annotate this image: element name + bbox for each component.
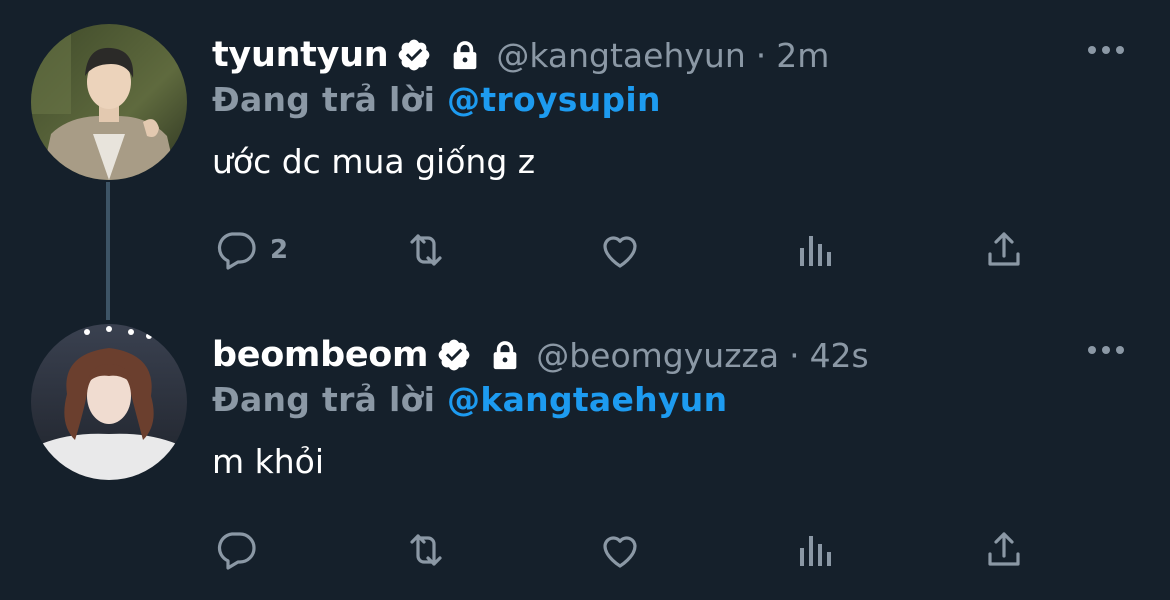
like-button[interactable] xyxy=(596,222,644,278)
views-icon xyxy=(800,536,831,566)
tweet[interactable]: tyuntyun @kangtaehyun · 2m Đang trả lời … xyxy=(0,0,1170,300)
views-icon xyxy=(800,236,831,266)
separator-dot: · xyxy=(755,35,767,75)
views-button[interactable] xyxy=(790,222,838,278)
replying-to-mention[interactable]: @kangtaehyun xyxy=(447,380,727,419)
tweet-header: tyuntyun @kangtaehyun · 2m xyxy=(212,30,829,80)
reply-icon xyxy=(217,232,256,270)
reply-count: 2 xyxy=(270,235,289,265)
replying-to-label: Đang trả lời xyxy=(212,80,436,119)
tweet-actions: 2 xyxy=(212,222,1092,278)
more-icon[interactable] xyxy=(1086,42,1126,58)
user-handle[interactable]: @beomgyuzza xyxy=(536,336,779,375)
reply-button[interactable]: 2 xyxy=(212,222,288,278)
verified-icon xyxy=(438,339,470,371)
tweet-text: ước dc mua giống z xyxy=(212,142,536,181)
retweet-button[interactable] xyxy=(402,522,450,578)
tweet-text: m khỏi xyxy=(212,442,325,481)
share-button[interactable] xyxy=(980,522,1028,578)
tweet[interactable]: beombeom @beomgyuzza · 42s Đang trả lời … xyxy=(0,300,1170,600)
verified-icon xyxy=(399,39,430,71)
tweet-actions xyxy=(212,522,1092,578)
user-handle[interactable]: @kangtaehyun xyxy=(496,36,745,75)
like-icon xyxy=(603,236,637,268)
replying-to: Đang trả lời @kangtaehyun xyxy=(212,380,727,419)
like-icon xyxy=(603,536,637,568)
share-icon xyxy=(988,532,1020,566)
replying-to: Đang trả lời @troysupin xyxy=(212,80,661,119)
lock-icon xyxy=(454,41,477,70)
display-name[interactable]: beombeom xyxy=(212,335,429,375)
retweet-button[interactable] xyxy=(402,222,450,278)
like-button[interactable] xyxy=(596,522,644,578)
share-button[interactable] xyxy=(980,222,1028,278)
display-name[interactable]: tyuntyun xyxy=(212,35,389,75)
reply-icon xyxy=(217,532,256,570)
replying-to-label: Đang trả lời xyxy=(212,380,436,419)
timestamp[interactable]: 42s xyxy=(810,336,869,375)
separator-dot: · xyxy=(789,335,800,375)
lock-icon xyxy=(493,341,517,370)
retweet-icon xyxy=(410,234,442,266)
more-icon[interactable] xyxy=(1086,342,1126,358)
avatar[interactable] xyxy=(31,324,187,480)
avatar[interactable] xyxy=(31,24,187,180)
tweet-header: beombeom @beomgyuzza · 42s xyxy=(212,330,869,380)
share-icon xyxy=(988,232,1020,266)
tweet-thread: tyuntyun @kangtaehyun · 2m Đang trả lời … xyxy=(0,0,1170,600)
retweet-icon xyxy=(410,534,442,566)
timestamp[interactable]: 2m xyxy=(776,36,829,75)
reply-button[interactable] xyxy=(212,522,270,578)
views-button[interactable] xyxy=(790,522,838,578)
replying-to-mention[interactable]: @troysupin xyxy=(447,80,661,119)
